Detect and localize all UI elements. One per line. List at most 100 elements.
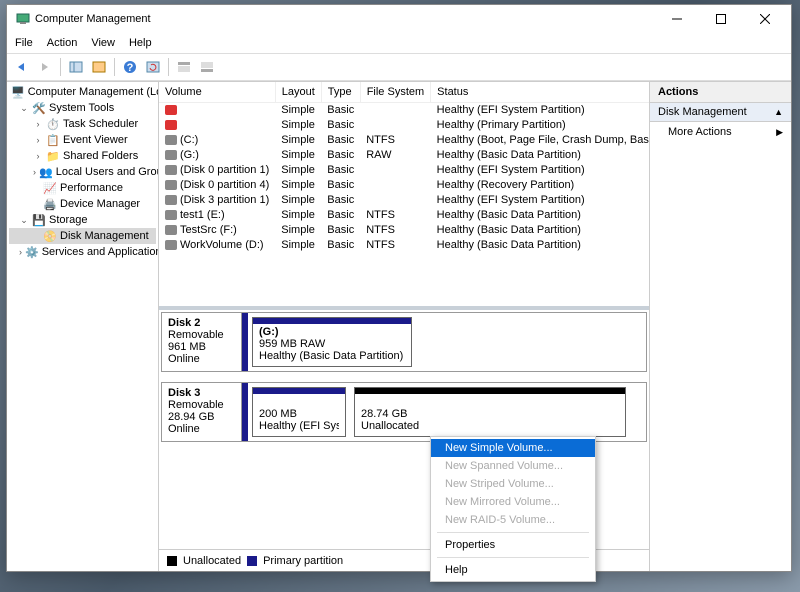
volume-row[interactable]: TestSrc (F:)SimpleBasicNTFSHealthy (Basi… (159, 222, 649, 237)
vol-type: Basic (321, 102, 360, 117)
disk-2-row[interactable]: Disk 2 Removable 961 MB Online (G:) 959 … (161, 312, 647, 372)
volume-icon (165, 225, 177, 235)
tree-performance[interactable]: 📈Performance (9, 180, 156, 196)
vol-type: Basic (321, 192, 360, 207)
col-fs[interactable]: File System (360, 82, 430, 102)
vol-fs (360, 102, 430, 117)
properties-button[interactable] (88, 56, 110, 78)
help-button[interactable]: ? (119, 56, 141, 78)
ctx-properties[interactable]: Properties (431, 536, 595, 554)
volume-list[interactable]: Volume Layout Type File System Status Si… (159, 82, 649, 306)
vol-fs (360, 162, 430, 177)
vol-name: (Disk 0 partition 1) (159, 162, 275, 177)
menu-file[interactable]: File (15, 37, 33, 49)
vol-status: Healthy (Basic Data Partition) (431, 207, 649, 222)
vol-type: Basic (321, 207, 360, 222)
col-status[interactable]: Status (431, 82, 649, 102)
volume-row[interactable]: (C:)SimpleBasicNTFSHealthy (Boot, Page F… (159, 132, 649, 147)
vol-status: Healthy (Primary Partition) (431, 117, 649, 132)
actions-section[interactable]: Disk Management▲ (650, 103, 791, 122)
menu-view[interactable]: View (91, 37, 115, 49)
actions-more[interactable]: More Actions▶ (650, 122, 791, 142)
menu-help[interactable]: Help (129, 37, 152, 49)
volume-row[interactable]: (G:)SimpleBasicRAWHealthy (Basic Data Pa… (159, 147, 649, 162)
view-bottom-button[interactable] (196, 56, 218, 78)
forward-button[interactable] (34, 56, 56, 78)
toolbar-separator (168, 58, 169, 76)
tree-disk-management[interactable]: 📀Disk Management (9, 228, 156, 244)
ctx-new-simple-volume[interactable]: New Simple Volume... (431, 439, 595, 457)
maximize-button[interactable] (699, 5, 743, 33)
menubar: File Action View Help (7, 33, 791, 53)
context-menu: New Simple Volume... New Spanned Volume.… (430, 436, 596, 582)
window-title: Computer Management (35, 13, 655, 25)
disk-size: 28.94 GB (168, 411, 235, 423)
folder-icon: 📁 (46, 149, 60, 163)
disk-3-row[interactable]: Disk 3 Removable 28.94 GB Online 200 MB … (161, 382, 647, 442)
disk-3-unallocated[interactable]: 28.74 GB Unallocated (354, 387, 626, 437)
vol-name: test1 (E:) (159, 207, 275, 222)
tree-system-tools[interactable]: ⌄🛠️System Tools (9, 100, 156, 116)
volume-row[interactable]: (Disk 0 partition 4)SimpleBasicHealthy (… (159, 177, 649, 192)
volume-row[interactable]: (Disk 3 partition 1)SimpleBasicHealthy (… (159, 192, 649, 207)
tree-root[interactable]: 🖥️Computer Management (Local) (9, 84, 156, 100)
col-type[interactable]: Type (321, 82, 360, 102)
tree-services-apps[interactable]: ›⚙️Services and Applications (9, 244, 156, 260)
tree-label: Services and Applications (42, 246, 159, 258)
volume-row[interactable]: test1 (E:)SimpleBasicNTFSHealthy (Basic … (159, 207, 649, 222)
vol-status: Healthy (EFI System Partition) (431, 162, 649, 177)
show-hide-tree-button[interactable] (65, 56, 87, 78)
vol-type: Basic (321, 147, 360, 162)
minimize-button[interactable] (655, 5, 699, 33)
col-layout[interactable]: Layout (275, 82, 321, 102)
vol-fs: NTFS (360, 132, 430, 147)
disk-3-partition-1[interactable]: 200 MB Healthy (EFI System Partition) (252, 387, 346, 437)
disk-state: Online (168, 423, 235, 435)
refresh-button[interactable] (142, 56, 164, 78)
tree-label: Disk Management (60, 230, 149, 242)
volume-row[interactable]: SimpleBasicHealthy (Primary Partition) (159, 117, 649, 132)
partition-size: 200 MB (259, 408, 339, 420)
ctx-help[interactable]: Help (431, 561, 595, 579)
nav-tree[interactable]: 🖥️Computer Management (Local) ⌄🛠️System … (7, 82, 159, 571)
volume-icon (165, 120, 177, 130)
titlebar: Computer Management (7, 5, 791, 33)
volume-row[interactable]: WorkVolume (D:)SimpleBasicNTFSHealthy (B… (159, 237, 649, 252)
tree-storage[interactable]: ⌄💾Storage (9, 212, 156, 228)
toolbar: ? (7, 53, 791, 81)
chevron-right-icon: › (33, 119, 43, 129)
vol-status: Healthy (Basic Data Partition) (431, 147, 649, 162)
vol-type: Basic (321, 162, 360, 177)
vol-fs (360, 177, 430, 192)
ctx-separator (437, 557, 589, 558)
partition-size: 959 MB RAW (259, 338, 405, 350)
tree-task-scheduler[interactable]: ›⏱️Task Scheduler (9, 116, 156, 132)
vol-type: Basic (321, 237, 360, 252)
chevron-down-icon: ⌄ (19, 103, 29, 114)
tree-shared-folders[interactable]: ›📁Shared Folders (9, 148, 156, 164)
vol-layout: Simple (275, 117, 321, 132)
toolbar-separator (114, 58, 115, 76)
tree-device-manager[interactable]: 🖨️Device Manager (9, 196, 156, 212)
actions-pane: Actions Disk Management▲ More Actions▶ (649, 82, 791, 571)
view-top-button[interactable] (173, 56, 195, 78)
close-button[interactable] (743, 5, 787, 33)
vol-layout: Simple (275, 237, 321, 252)
vol-layout: Simple (275, 192, 321, 207)
menu-action[interactable]: Action (47, 37, 78, 49)
col-volume[interactable]: Volume (159, 82, 275, 102)
ctx-new-mirrored-volume: New Mirrored Volume... (431, 493, 595, 511)
legend-primary-label: Primary partition (263, 555, 343, 567)
vol-layout: Simple (275, 222, 321, 237)
tree-event-viewer[interactable]: ›📋Event Viewer (9, 132, 156, 148)
tree-local-users[interactable]: ›👥Local Users and Groups (9, 164, 156, 180)
volume-row[interactable]: (Disk 0 partition 1)SimpleBasic Healthy (… (159, 162, 649, 177)
vol-layout: Simple (275, 162, 321, 177)
volume-row[interactable]: SimpleBasicHealthy (EFI System Partition… (159, 102, 649, 117)
disk-2-partition-g[interactable]: (G:) 959 MB RAW Healthy (Basic Data Part… (252, 317, 412, 367)
disk-2-parts: (G:) 959 MB RAW Healthy (Basic Data Part… (242, 313, 646, 371)
back-button[interactable] (11, 56, 33, 78)
actions-more-label: More Actions (668, 126, 732, 138)
volume-icon (165, 105, 177, 115)
vol-fs (360, 117, 430, 132)
